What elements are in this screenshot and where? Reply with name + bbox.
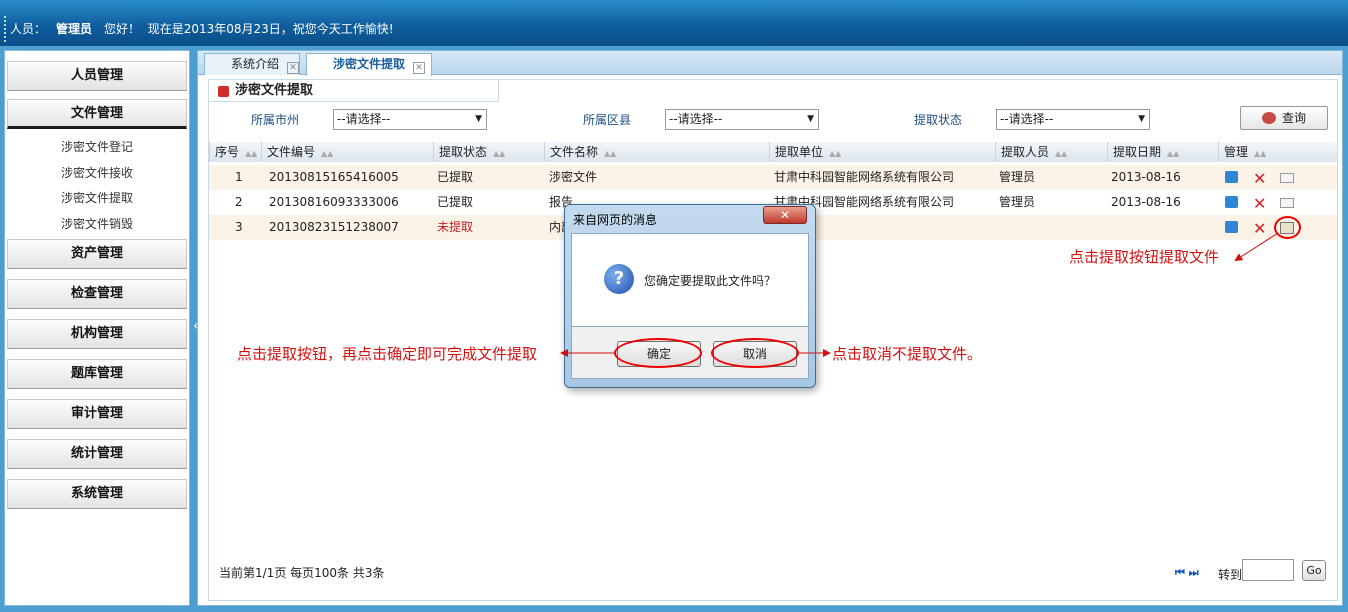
- goto-page-input[interactable]: [1242, 559, 1294, 581]
- tab-system-intro[interactable]: 系统介绍 ✕: [204, 53, 300, 75]
- tab-label: 涉密文件提取: [333, 57, 406, 71]
- sidebar-group-inspection[interactable]: 检查管理: [7, 279, 187, 309]
- panel-arrow-icon: [218, 86, 229, 97]
- cell-seq: 1: [235, 170, 243, 184]
- sidebar: 人员管理 文件管理 涉密文件登记 涉密文件接收 涉密文件提取 涉密文件销毁 资产…: [4, 50, 190, 606]
- mail-icon[interactable]: [1280, 198, 1294, 208]
- query-button[interactable]: 查询: [1240, 106, 1328, 130]
- panel-title: 涉密文件提取: [235, 83, 314, 98]
- sidebar-group-audit[interactable]: 审计管理: [7, 399, 187, 429]
- sidebar-group-statistics[interactable]: 统计管理: [7, 439, 187, 469]
- dropdown-arrow-icon: ▼: [807, 114, 814, 124]
- question-icon: ?: [604, 264, 634, 294]
- dialog-title: 来自网页的消息: [573, 213, 658, 227]
- tab-strip: 系统介绍 ✕ 涉密文件提取 ✕: [198, 51, 1342, 76]
- close-icon[interactable]: ✕: [413, 62, 426, 74]
- extract-highlight: [1274, 216, 1301, 239]
- close-icon[interactable]: ✕: [763, 206, 807, 224]
- close-icon[interactable]: ✕: [287, 62, 300, 74]
- annotation-cancel-hint: 点击取消不提取文件。: [832, 345, 983, 363]
- tab-file-extract[interactable]: 涉密文件提取 ✕: [306, 53, 432, 76]
- greeting: 人员： 管理员 您好！ 现在是2013年08月23日，祝您今天工作愉快!: [10, 20, 394, 37]
- view-icon[interactable]: [1225, 221, 1238, 233]
- page-nav-icon[interactable]: ⏮ ⏭: [1175, 566, 1199, 580]
- hello-text: 您好！: [104, 22, 141, 36]
- cell-status: 已提取: [437, 170, 474, 184]
- panel-header: 涉密文件提取: [209, 80, 499, 102]
- user-name: 管理员: [56, 22, 93, 36]
- col-header-status[interactable]: 提取状态 ▲▲: [433, 142, 544, 162]
- filter-label-district: 所属区县: [583, 113, 632, 127]
- col-header-manage: 管理 ▲▲: [1218, 142, 1337, 162]
- go-button[interactable]: Go: [1302, 560, 1326, 581]
- top-header: 人员： 管理员 您好！ 现在是2013年08月23日，祝您今天工作愉快!: [0, 0, 1348, 46]
- annotation-confirm-hint: 点击提取按钮，再点击确定即可完成文件提取: [237, 345, 538, 363]
- select-value: --请选择--: [1000, 112, 1054, 126]
- view-icon[interactable]: [1225, 196, 1238, 208]
- sidebar-group-files[interactable]: 文件管理: [7, 99, 187, 129]
- select-value: --请选择--: [669, 112, 723, 126]
- query-label: 查询: [1281, 111, 1306, 125]
- sidebar-group-personnel[interactable]: 人员管理: [7, 61, 187, 91]
- cell-status: 未提取: [437, 220, 474, 234]
- dialog-message: 您确定要提取此文件吗？: [644, 274, 777, 288]
- header-divider: [4, 16, 7, 42]
- col-header-seq[interactable]: 序号 ▲▲: [209, 142, 261, 162]
- tab-label: 系统介绍: [231, 57, 280, 71]
- delete-icon[interactable]: ✕: [1253, 166, 1266, 191]
- table-row[interactable]: 1 20130815165416005 已提取 涉密文件 甘肃中科园智能网络系统…: [209, 165, 1337, 190]
- cell-status: 已提取: [437, 195, 474, 209]
- sidebar-item-file-register[interactable]: 涉密文件登记: [5, 135, 189, 161]
- view-icon[interactable]: [1225, 171, 1238, 183]
- select-value: --请选择--: [337, 112, 391, 126]
- cell-seq: 3: [235, 220, 243, 234]
- ok-highlight: [614, 338, 702, 368]
- cell-file-no: 20130823151238007: [269, 220, 399, 234]
- district-select[interactable]: --请选择-- ▼: [665, 109, 819, 130]
- filter-label-status: 提取状态: [914, 113, 963, 127]
- cell-file-name: 涉密文件: [549, 170, 598, 184]
- sidebar-item-file-destroy[interactable]: 涉密文件销毁: [5, 212, 189, 238]
- user-label: 人员：: [10, 22, 47, 36]
- annotation-click-extract: 点击提取按钮提取文件: [1069, 248, 1220, 266]
- dialog-body: ? 您确定要提取此文件吗？: [571, 233, 809, 327]
- goto-label: 转到: [1218, 568, 1243, 582]
- cancel-highlight: [711, 338, 799, 368]
- delete-icon[interactable]: ✕: [1253, 191, 1266, 216]
- col-header-person[interactable]: 提取人员 ▲▲: [995, 142, 1107, 162]
- sidebar-group-question-bank[interactable]: 题库管理: [7, 359, 187, 389]
- dropdown-arrow-icon: ▼: [475, 114, 482, 124]
- col-header-date[interactable]: 提取日期 ▲▲: [1107, 142, 1218, 162]
- cell-person: 管理员: [999, 170, 1036, 184]
- cell-file-no: 20130816093333006: [269, 195, 399, 209]
- cell-date: 2013-08-16: [1111, 195, 1181, 209]
- sidebar-group-system[interactable]: 系统管理: [7, 479, 187, 509]
- city-select[interactable]: --请选择-- ▼: [333, 109, 487, 130]
- sidebar-item-file-extract[interactable]: 涉密文件提取: [5, 186, 189, 212]
- sidebar-group-organization[interactable]: 机构管理: [7, 319, 187, 349]
- delete-icon[interactable]: ✕: [1253, 216, 1266, 241]
- pager-info: 当前第1/1页 每页100条 共3条: [219, 566, 385, 580]
- dropdown-arrow-icon: ▼: [1138, 114, 1145, 124]
- mail-icon[interactable]: [1280, 173, 1294, 183]
- cell-date: 2013-08-16: [1111, 170, 1181, 184]
- status-select[interactable]: --请选择-- ▼: [996, 109, 1150, 130]
- sidebar-item-file-receive[interactable]: 涉密文件接收: [5, 161, 189, 187]
- col-header-file-name[interactable]: 文件名称 ▲▲: [544, 142, 769, 162]
- col-header-unit[interactable]: 提取单位 ▲▲: [769, 142, 995, 162]
- cell-unit: 甘肃中科园智能网络系统有限公司: [774, 170, 955, 184]
- cell-person: 管理员: [999, 195, 1036, 209]
- sidebar-group-assets[interactable]: 资产管理: [7, 239, 187, 269]
- col-header-file-no[interactable]: 文件编号 ▲▲: [261, 142, 433, 162]
- cell-file-no: 20130815165416005: [269, 170, 399, 184]
- cell-seq: 2: [235, 195, 243, 209]
- date-text: 现在是2013年08月23日，祝您今天工作愉快!: [147, 22, 394, 36]
- filter-label-city: 所属市州: [251, 113, 300, 127]
- search-icon: [1261, 112, 1276, 124]
